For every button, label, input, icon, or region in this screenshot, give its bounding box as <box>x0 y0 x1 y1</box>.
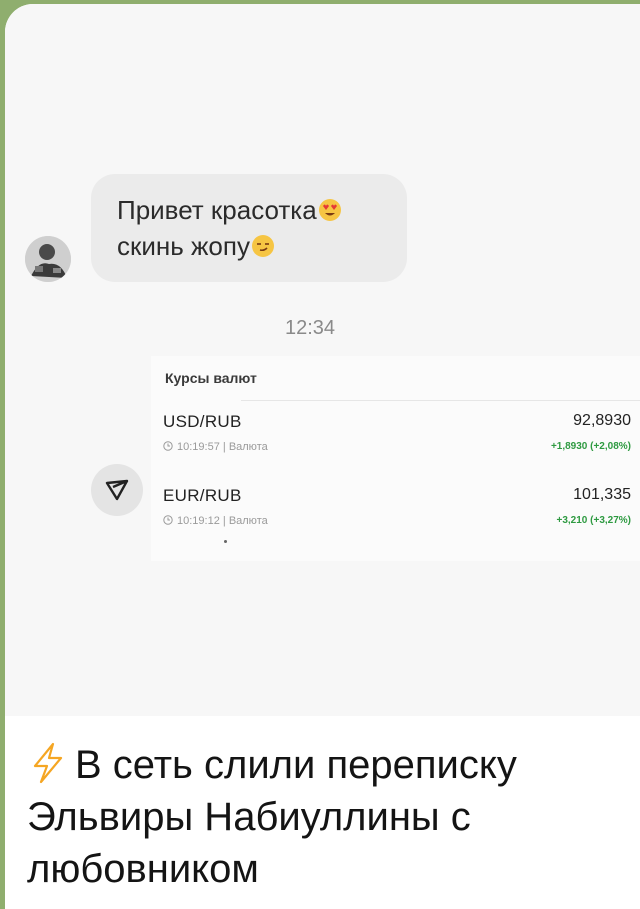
chat-screenshot: Привет красотка скинь жопу 12:34 Курсы в… <box>5 4 640 716</box>
caption-line-2: Эльвиры Набиуллины с <box>27 795 471 839</box>
rate-value: 92,8930 <box>573 412 631 429</box>
rate-time: 10:19:57 <box>177 441 220 453</box>
rate-meta: 10:19:57 | Валюта <box>163 441 268 453</box>
rate-change: +1,8930 (+2,08%) <box>550 441 631 452</box>
clock-icon <box>163 515 173 525</box>
cursor-dot <box>224 540 227 543</box>
rates-title: Курсы валют <box>165 370 257 386</box>
currency-rates-widget: Курсы валют USD/RUB 10:19:57 | Валюта 92… <box>151 356 640 561</box>
rate-source: Валюта <box>228 515 268 527</box>
smirk-emoji-icon <box>251 231 275 257</box>
caption-line-1: В сеть слили переписку <box>75 743 517 787</box>
message-bubble[interactable]: Привет красотка скинь жопу <box>91 174 407 282</box>
post-caption: В сеть слили переписку Эльвиры Набиуллин… <box>27 739 627 895</box>
rate-row[interactable]: USD/RUB 10:19:57 | Валюта 92,8930 +1,893… <box>151 412 640 482</box>
rate-value: 101,335 <box>573 486 631 503</box>
lightning-bolt-icon <box>27 742 67 784</box>
rate-change: +3,210 (+3,27%) <box>556 515 632 526</box>
send-arrow-icon <box>105 479 129 501</box>
message-line-1: Привет красотка <box>117 195 317 225</box>
divider <box>241 400 640 401</box>
message-line-2: скинь жопу <box>117 231 250 261</box>
clock-icon <box>163 441 173 451</box>
avatar[interactable] <box>25 236 71 282</box>
rate-meta: 10:19:12 | Валюта <box>163 515 268 527</box>
currency-pair: USD/RUB <box>163 412 242 431</box>
currency-pair: EUR/RUB <box>163 486 242 505</box>
message-time: 12:34 <box>285 317 336 339</box>
rate-row[interactable]: EUR/RUB 10:19:12 | Валюта 101,335 +3,210… <box>151 486 640 556</box>
post-card: Привет красотка скинь жопу 12:34 Курсы в… <box>5 4 640 909</box>
avatar-image-icon <box>25 236 71 282</box>
caption-line-3: любовником <box>27 847 259 891</box>
rate-source: Валюта <box>228 441 268 453</box>
rate-time: 10:19:12 <box>177 515 220 527</box>
send-button[interactable] <box>91 464 143 516</box>
heart-eyes-emoji-icon <box>318 195 342 221</box>
